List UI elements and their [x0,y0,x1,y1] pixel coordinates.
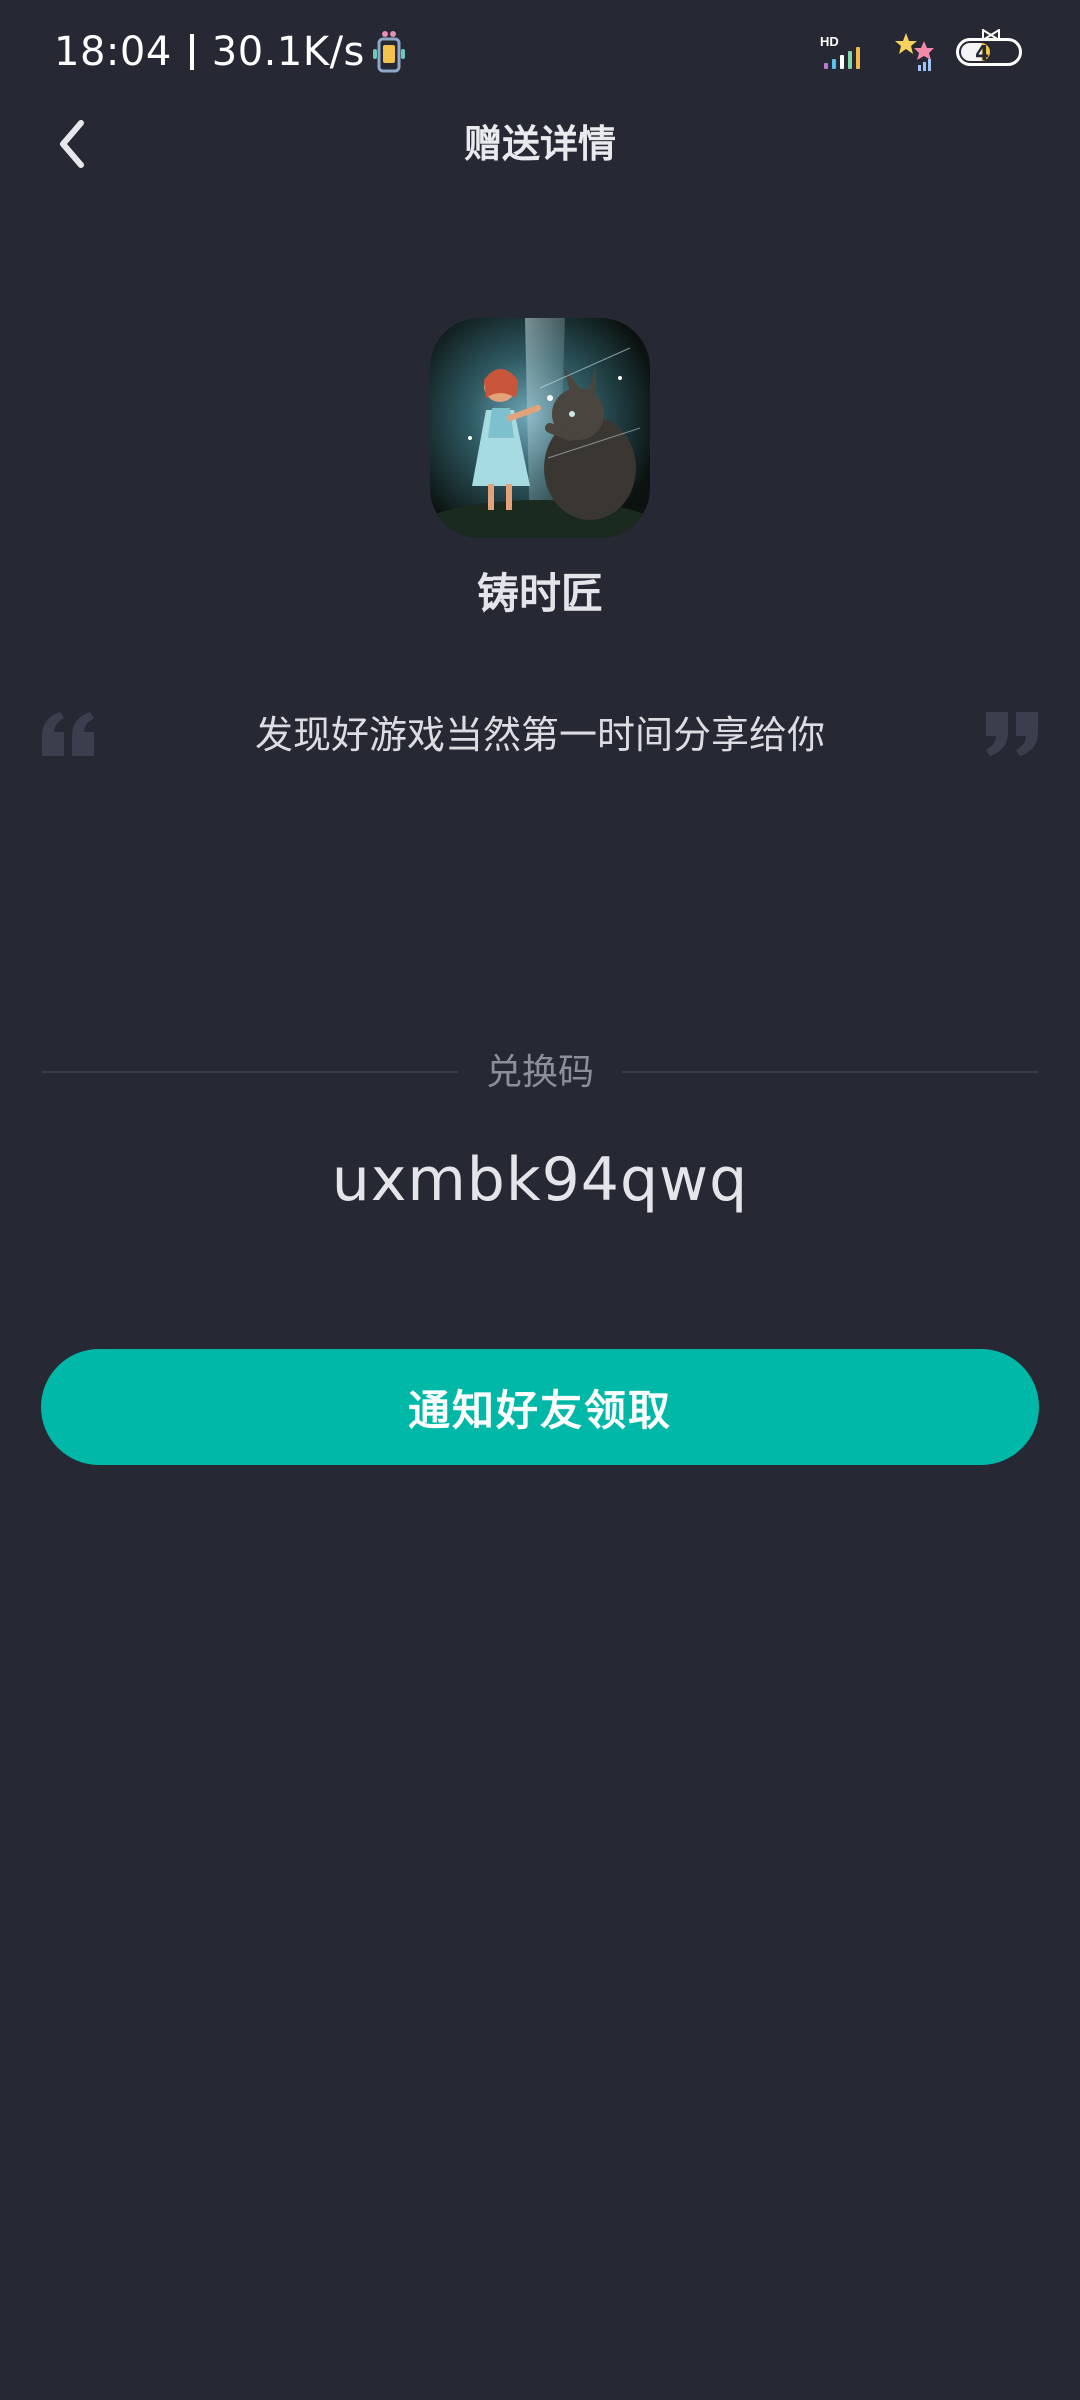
status-bar: 18:04 30.1K/s HD 49 [0,0,1080,104]
page-title: 赠送详情 [463,122,616,166]
redeem-code[interactable]: uxmbk94qwq [0,1140,1080,1220]
status-time: 18:04 [54,29,172,75]
battery-level: 49 [975,41,1003,65]
phone-mascot-icon [372,31,405,73]
code-label: 兑换码 [485,1052,594,1093]
hd-signal-icon: HD [820,34,860,69]
signal-hd-label: HD [820,34,839,49]
notify-friend-button[interactable]: 通知好友领取 [41,1349,1039,1465]
gift-message: 发现好游戏当然第一时间分享给你 [254,713,825,757]
battery-indicator: 49 [956,29,1022,66]
wifi-stars-icon [895,33,934,71]
game-title: 铸时匠 [476,569,603,618]
code-divider-right [622,1071,1038,1073]
status-left: 18:04 30.1K/s [54,26,407,78]
status-separator [189,34,194,70]
nav-bar: 赠送详情 [0,104,1080,184]
game-app-icon [430,318,650,538]
open-quote-icon [42,712,94,756]
game-artwork [430,318,650,538]
network-speed: 30.1K/s [211,29,365,75]
status-right: HD 49 [820,29,1022,74]
close-quote-icon [986,712,1038,756]
